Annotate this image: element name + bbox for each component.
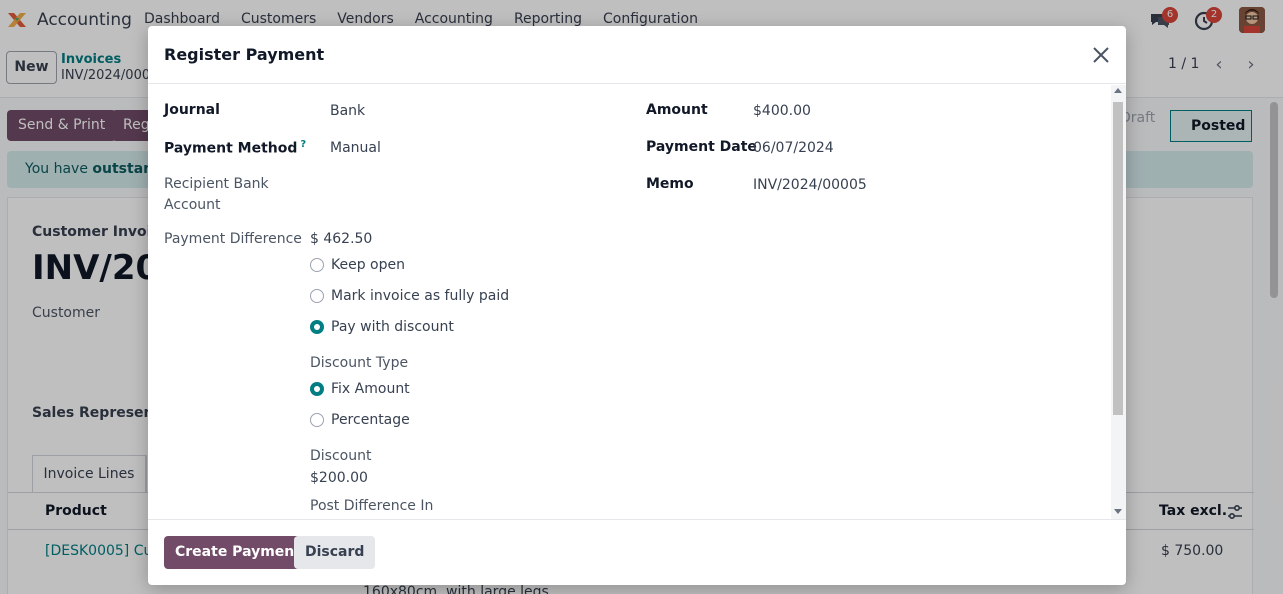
dialog-body: Journal Bank Payment Method? Manual Reci… xyxy=(148,85,1111,519)
percentage-radio[interactable] xyxy=(310,413,324,427)
percentage-option[interactable]: Percentage xyxy=(310,412,410,428)
dialog-footer: Create Payment Discard xyxy=(148,519,1126,585)
pay-with-discount-radio[interactable] xyxy=(310,320,324,334)
mark-fully-paid-label[interactable]: Mark invoice as fully paid xyxy=(331,288,509,304)
percentage-label[interactable]: Percentage xyxy=(331,412,410,428)
payment-method-label-text: Payment Method xyxy=(164,140,298,157)
dialog-header: Register Payment xyxy=(148,26,1126,84)
dialog-title: Register Payment xyxy=(164,45,325,64)
pay-with-discount-label[interactable]: Pay with discount xyxy=(331,319,454,335)
journal-label: Journal xyxy=(164,102,220,118)
amount-field[interactable]: $400.00 xyxy=(753,103,811,119)
payment-method-label: Payment Method? xyxy=(164,139,306,157)
journal-field[interactable]: Bank xyxy=(330,103,365,119)
payment-difference-value: $ 462.50 xyxy=(310,231,373,247)
scrollbar-thumb[interactable] xyxy=(1113,102,1123,415)
memo-field[interactable]: INV/2024/00005 xyxy=(753,177,867,193)
discount-label: Discount xyxy=(310,448,372,464)
mark-fully-paid-radio[interactable] xyxy=(310,289,324,303)
pay-with-discount-option[interactable]: Pay with discount xyxy=(310,319,454,335)
create-payment-button[interactable]: Create Payment xyxy=(164,536,312,569)
scroll-up-icon[interactable] xyxy=(1114,88,1122,93)
payment-date-label: Payment Date xyxy=(646,139,757,155)
payment-method-field[interactable]: Manual xyxy=(330,140,381,156)
help-icon[interactable]: ? xyxy=(300,139,306,150)
memo-label: Memo xyxy=(646,176,694,192)
discard-button[interactable]: Discard xyxy=(294,536,376,569)
recipient-bank-label: Recipient Bank Account xyxy=(164,176,269,213)
close-icon[interactable] xyxy=(1090,44,1112,66)
fix-amount-radio[interactable] xyxy=(310,382,324,396)
mark-fully-paid-option[interactable]: Mark invoice as fully paid xyxy=(310,288,509,304)
discount-type-label: Discount Type xyxy=(310,355,409,371)
keep-open-radio[interactable] xyxy=(310,258,324,272)
keep-open-label[interactable]: Keep open xyxy=(331,257,405,273)
payment-difference-label: Payment Difference xyxy=(164,231,302,247)
post-difference-label: Post Difference In xyxy=(310,498,434,514)
discount-field[interactable]: $200.00 xyxy=(310,470,368,486)
fix-amount-label[interactable]: Fix Amount xyxy=(331,381,410,397)
dialog-scrollbar[interactable] xyxy=(1111,85,1126,519)
fix-amount-option[interactable]: Fix Amount xyxy=(310,381,410,397)
scroll-down-icon[interactable] xyxy=(1114,509,1122,514)
payment-date-field[interactable]: 06/07/2024 xyxy=(753,140,834,156)
register-payment-dialog: Register Payment Journal Bank Payment Me… xyxy=(148,26,1126,585)
keep-open-option[interactable]: Keep open xyxy=(310,257,405,273)
amount-label: Amount xyxy=(646,102,708,118)
